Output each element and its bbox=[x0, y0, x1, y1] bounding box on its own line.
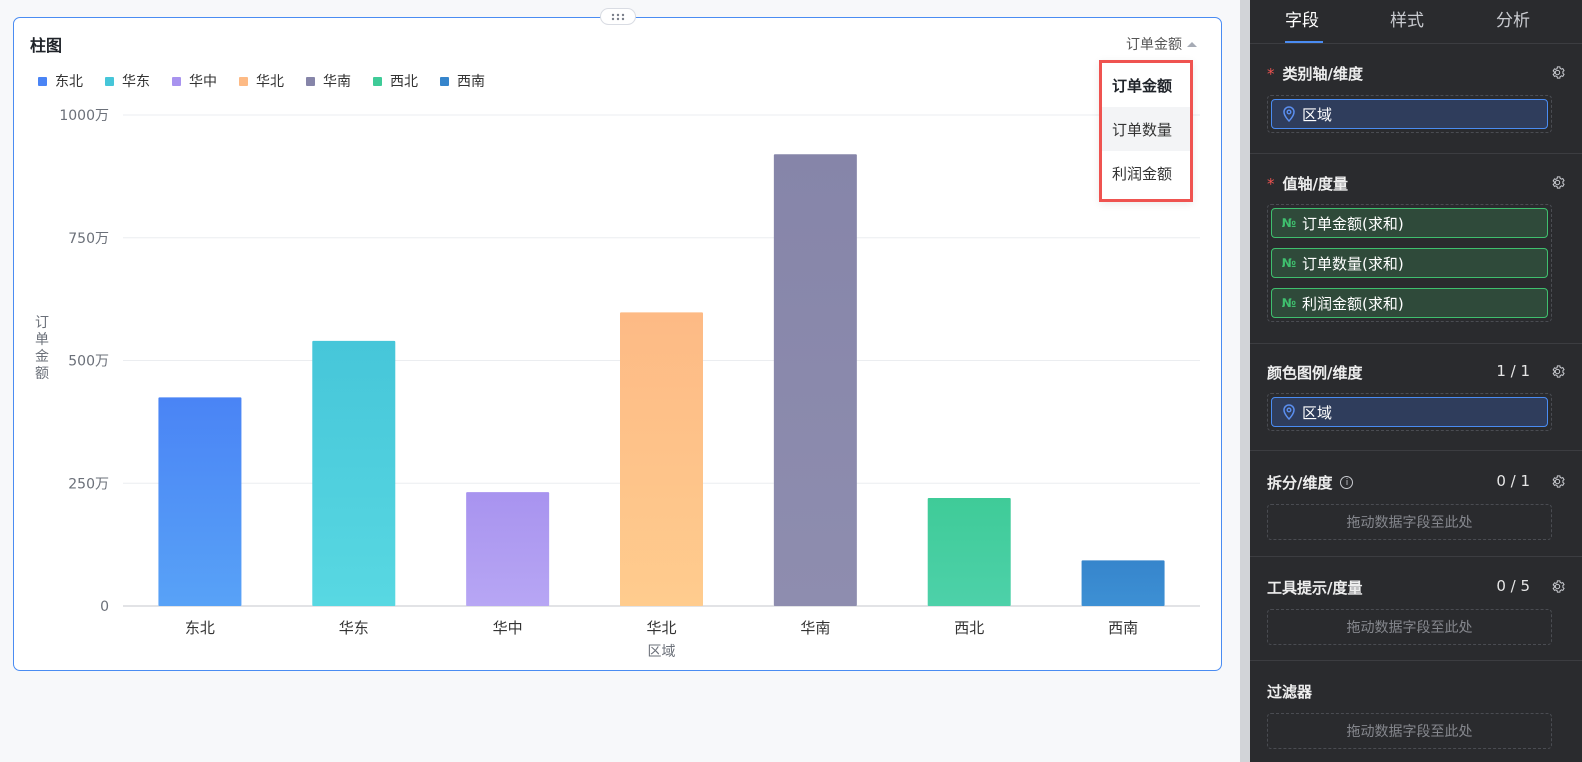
section-value-axis: * 值轴/度量 № 订单金额(求和) № 订单数量(求和) № 利润金额(求和) bbox=[1250, 155, 1582, 344]
panel-splitter[interactable] bbox=[1240, 0, 1250, 762]
tab-fields[interactable]: 字段 bbox=[1285, 6, 1319, 31]
section-title: * 值轴/度量 bbox=[1267, 174, 1348, 194]
number-icon: № bbox=[1281, 296, 1297, 310]
x-axis-label: 区域 bbox=[648, 644, 676, 660]
y-tick-label: 1000万 bbox=[59, 108, 109, 124]
location-icon bbox=[1283, 404, 1295, 420]
bar bbox=[158, 397, 242, 606]
bar bbox=[620, 312, 703, 606]
y-tick-label: 500万 bbox=[68, 354, 109, 370]
section-split: 拆分/维度 i 0 / 1 拖动数据字段至此处 bbox=[1250, 452, 1582, 557]
section-tooltip: 工具提示/度量 0 / 5 拖动数据字段至此处 bbox=[1250, 558, 1582, 661]
y-axis-label: 订单金额 bbox=[35, 315, 49, 382]
x-tick-label: 华中 bbox=[493, 619, 523, 637]
drag-handle[interactable] bbox=[600, 8, 636, 25]
field-pill-region[interactable]: 区域 bbox=[1271, 397, 1548, 427]
section-title: 过滤器 bbox=[1267, 683, 1313, 701]
bar bbox=[773, 154, 857, 606]
number-icon: № bbox=[1281, 216, 1297, 230]
location-icon bbox=[1283, 106, 1295, 122]
section-category-axis: * 类别轴/维度 区域 bbox=[1250, 45, 1582, 154]
field-pill-order-amount[interactable]: № 订单金额(求和) bbox=[1271, 208, 1548, 238]
section-title: 颜色图例/维度 bbox=[1267, 364, 1363, 382]
x-tick-label: 西北 bbox=[954, 619, 984, 637]
field-pill-profit-amount[interactable]: № 利润金额(求和) bbox=[1271, 288, 1548, 318]
x-tick-label: 东北 bbox=[185, 619, 215, 637]
section-color-legend: 颜色图例/维度 1 / 1 区域 bbox=[1250, 345, 1582, 451]
x-tick-label: 华北 bbox=[646, 619, 676, 637]
dropdown-option[interactable]: 利润金额 bbox=[1102, 151, 1190, 195]
panel-tabs: 字段 样式 分析 bbox=[1250, 0, 1582, 44]
chart-card[interactable]: 柱图 东北 华东 华中 华北 华南 西北 西南 订单金额 0 250万 500万 750万 1000… bbox=[13, 17, 1222, 671]
active-tab-indicator bbox=[1285, 41, 1323, 43]
chart-canvas: 柱图 东北 华东 华中 华北 华南 西北 西南 订单金额 0 250万 500万 750万 1000… bbox=[0, 0, 1240, 762]
gear-icon[interactable] bbox=[1550, 364, 1565, 379]
gear-icon[interactable] bbox=[1550, 474, 1565, 489]
dropzone-placeholder: 拖动数据字段至此处 bbox=[1346, 724, 1473, 740]
tab-analysis[interactable]: 分析 bbox=[1496, 6, 1530, 31]
number-icon: № bbox=[1281, 256, 1297, 270]
filter-dropzone[interactable]: 拖动数据字段至此处 bbox=[1267, 713, 1552, 749]
dropdown-option[interactable]: 订单金额 bbox=[1102, 63, 1190, 107]
field-pill-order-count[interactable]: № 订单数量(求和) bbox=[1271, 248, 1548, 278]
section-title: 拆分/维度 i bbox=[1267, 472, 1354, 493]
gear-icon[interactable] bbox=[1550, 579, 1565, 594]
bar bbox=[312, 340, 396, 606]
grip-icon bbox=[611, 13, 625, 20]
section-filter: 过滤器 拖动数据字段至此处 bbox=[1250, 662, 1582, 762]
x-tick-label: 华东 bbox=[339, 619, 369, 637]
gear-icon[interactable] bbox=[1550, 65, 1565, 80]
color-dropzone[interactable]: 区域 bbox=[1267, 393, 1552, 431]
field-pill-region[interactable]: 区域 bbox=[1271, 99, 1548, 129]
required-icon: * bbox=[1267, 174, 1275, 193]
dropzone-placeholder: 拖动数据字段至此处 bbox=[1346, 620, 1473, 636]
dropdown-option[interactable]: 订单数量 bbox=[1102, 107, 1190, 151]
y-tick-label: 750万 bbox=[68, 231, 109, 247]
x-tick-label: 西南 bbox=[1108, 619, 1138, 637]
x-tick-label: 华南 bbox=[800, 619, 830, 637]
bar bbox=[1081, 560, 1165, 606]
section-title: * 类别轴/维度 bbox=[1267, 64, 1363, 84]
field-count: 0 / 5 bbox=[1496, 577, 1530, 595]
measure-dropdown: 订单金额 订单数量 利润金额 bbox=[1099, 60, 1193, 202]
value-dropzone[interactable]: № 订单金额(求和) № 订单数量(求和) № 利润金额(求和) bbox=[1267, 204, 1552, 322]
field-count: 0 / 1 bbox=[1496, 472, 1530, 490]
section-title: 工具提示/度量 bbox=[1267, 579, 1363, 597]
field-count: 1 / 1 bbox=[1496, 362, 1530, 380]
info-icon[interactable]: i bbox=[1340, 476, 1354, 489]
split-dropzone[interactable]: 拖动数据字段至此处 bbox=[1267, 504, 1552, 540]
gear-icon[interactable] bbox=[1550, 175, 1565, 190]
tooltip-dropzone[interactable]: 拖动数据字段至此处 bbox=[1267, 609, 1552, 645]
required-icon: * bbox=[1267, 64, 1275, 83]
bar-chart: 0 250万 500万 750万 1000万东北 华东 华中 华北 华南 西北 西南区域 订单金额 bbox=[35, 108, 1200, 660]
tab-style[interactable]: 样式 bbox=[1390, 6, 1424, 31]
config-panel: 字段 样式 分析 * 类别轴/维度 区域 * 值轴/度量 № 订单金额(求和) … bbox=[1250, 0, 1582, 762]
bar bbox=[466, 492, 550, 606]
y-tick-label: 0 bbox=[100, 599, 109, 615]
dropzone-placeholder: 拖动数据字段至此处 bbox=[1346, 515, 1473, 531]
category-dropzone[interactable]: 区域 bbox=[1267, 95, 1552, 133]
y-tick-label: 250万 bbox=[68, 476, 109, 492]
bar bbox=[927, 497, 1011, 606]
